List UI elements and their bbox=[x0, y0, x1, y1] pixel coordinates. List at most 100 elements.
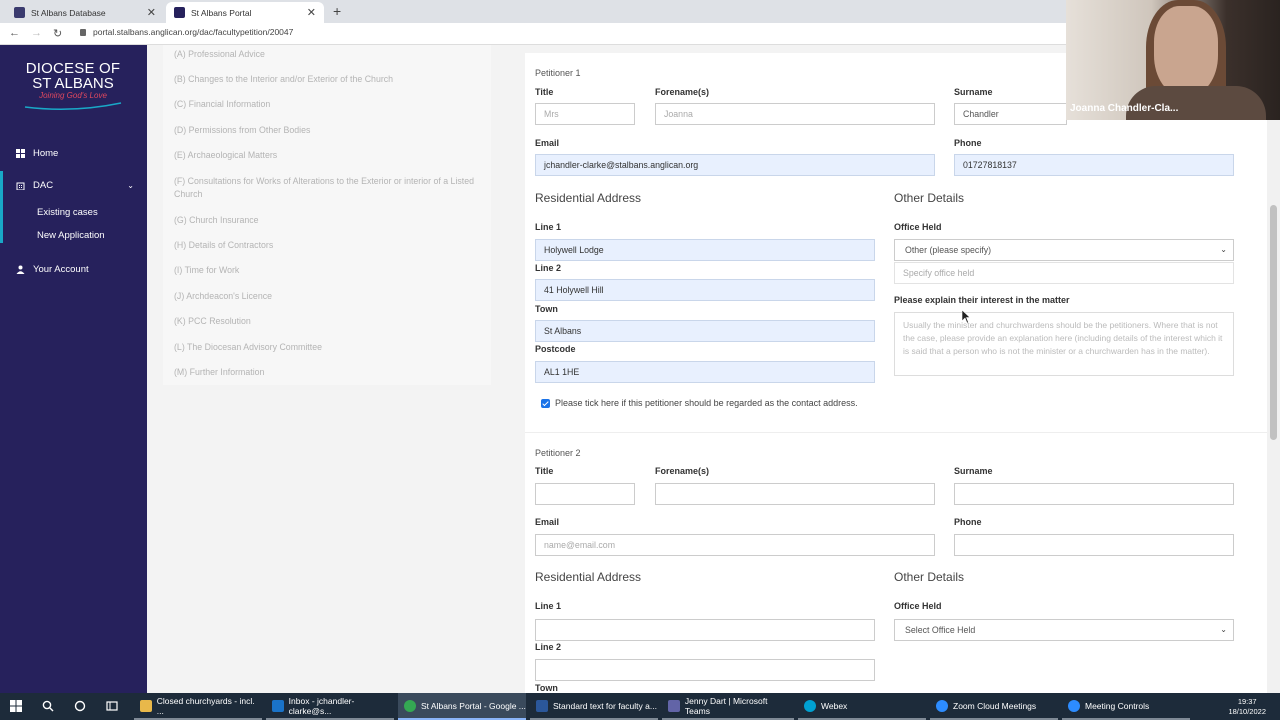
sidebar-item-your-account[interactable]: Your Account bbox=[16, 264, 89, 275]
address-line1-field[interactable] bbox=[535, 619, 875, 641]
email-field[interactable]: jchandler-clarke@stalbans.anglican.org bbox=[535, 154, 935, 176]
search-icon[interactable] bbox=[42, 700, 54, 712]
section-link[interactable]: (C) Financial Information bbox=[174, 98, 484, 111]
taskbar-app-label: Standard text for faculty a... bbox=[553, 700, 657, 711]
title-label: Title bbox=[535, 87, 554, 97]
sidebar: DIOCESE OF ST ALBANS Joining God's Love … bbox=[0, 45, 147, 693]
title-field[interactable]: Mrs bbox=[535, 103, 635, 125]
surname-field[interactable]: Chandler bbox=[954, 103, 1067, 125]
taskbar-app-label: Closed churchyards - incl. ... bbox=[156, 695, 255, 716]
petitioner-divider bbox=[525, 432, 1267, 433]
taskbar-app-label: St Albans Portal - Google ... bbox=[421, 700, 526, 711]
diocese-logo[interactable]: DIOCESE OF ST ALBANS Joining God's Love bbox=[18, 61, 128, 111]
other-details-heading: Other Details bbox=[894, 570, 965, 584]
taskbar-app-zoom[interactable]: Zoom Cloud Meetings bbox=[930, 693, 1058, 720]
section-link[interactable]: (F) Consultations for Works of Alteratio… bbox=[174, 175, 484, 201]
section-link[interactable]: (H) Details of Contractors bbox=[174, 239, 484, 252]
browser-tab-bar: St Albans Database ✕ St Albans Portal ✕ … bbox=[0, 0, 1066, 23]
phone-field[interactable]: 01727818137 bbox=[954, 154, 1234, 176]
section-link[interactable]: (M) Further Information bbox=[174, 366, 484, 379]
section-link[interactable]: (J) Archdeacon's Licence bbox=[174, 290, 484, 303]
sidebar-item-dac[interactable]: DAC ⌄ bbox=[16, 180, 134, 191]
forward-arrow-icon[interactable]: → bbox=[31, 27, 42, 39]
sidebar-item-label: DAC bbox=[33, 180, 54, 191]
taskbar-app-outlook[interactable]: Inbox - jchandler-clarke@s... bbox=[266, 693, 394, 720]
taskbar-app-closed-churchyards[interactable]: Closed churchyards - incl. ... bbox=[134, 693, 262, 720]
address-line2-field[interactable] bbox=[535, 659, 875, 681]
contact-address-label: Please tick here if this petitioner shou… bbox=[555, 398, 858, 408]
section-link[interactable]: (D) Permissions from Other Bodies bbox=[174, 124, 484, 137]
section-link[interactable]: (G) Church Insurance bbox=[174, 214, 484, 227]
town-field[interactable]: St Albans bbox=[535, 320, 875, 342]
tab-label: St Albans Database bbox=[31, 7, 106, 18]
active-section-indicator bbox=[0, 171, 3, 243]
sidebar-item-home[interactable]: Home bbox=[16, 148, 58, 159]
petitioner-2-heading: Petitioner 2 bbox=[535, 448, 581, 458]
close-icon[interactable]: ✕ bbox=[147, 6, 156, 19]
reload-icon[interactable]: ↻ bbox=[53, 27, 62, 40]
email-field[interactable]: name@email.com bbox=[535, 534, 935, 556]
tab-st-albans-database[interactable]: St Albans Database ✕ bbox=[6, 2, 164, 23]
section-link[interactable]: (L) The Diocesan Advisory Committee bbox=[174, 341, 484, 354]
line1-label: Line 1 bbox=[535, 601, 562, 611]
logo-line1: DIOCESE OF bbox=[25, 60, 121, 77]
new-tab-icon[interactable]: + bbox=[333, 3, 341, 19]
task-view-icon[interactable] bbox=[106, 700, 118, 712]
office-held-value: Select Office Held bbox=[905, 625, 976, 635]
url-field[interactable]: portal.stalbans.anglican.org/dac/faculty… bbox=[80, 27, 293, 37]
town-label: Town bbox=[535, 683, 558, 693]
sidebar-item-label: Home bbox=[33, 148, 59, 159]
section-link[interactable]: (K) PCC Resolution bbox=[174, 315, 484, 328]
windows-start-icon[interactable] bbox=[10, 700, 22, 712]
sidebar-item-new-application[interactable]: New Application bbox=[37, 230, 105, 241]
contact-address-checkbox-row[interactable]: Please tick here if this petitioner shou… bbox=[541, 398, 858, 408]
cortana-icon[interactable] bbox=[74, 700, 86, 712]
close-icon[interactable]: ✕ bbox=[307, 6, 316, 19]
sidebar-item-existing-cases[interactable]: Existing cases bbox=[37, 207, 98, 218]
forename-field[interactable] bbox=[655, 483, 935, 505]
surname-label: Surname bbox=[954, 466, 993, 476]
title-field[interactable] bbox=[535, 483, 635, 505]
phone-label: Phone bbox=[954, 138, 982, 148]
chevron-down-icon: ⌄ bbox=[1220, 625, 1227, 634]
taskbar-app-webex[interactable]: Webex bbox=[798, 693, 926, 720]
specify-office-field[interactable]: Specify office held bbox=[894, 262, 1234, 284]
back-arrow-icon[interactable]: ← bbox=[9, 27, 20, 39]
chrome-icon bbox=[404, 699, 416, 712]
outlook-icon bbox=[272, 699, 284, 712]
system-clock[interactable]: 19:37 18/10/2022 bbox=[1228, 697, 1266, 717]
tab-st-albans-portal[interactable]: St Albans Portal ✕ bbox=[166, 2, 324, 23]
office-held-select[interactable]: Select Office Held ⌄ bbox=[894, 619, 1234, 641]
section-link[interactable]: (I) Time for Work bbox=[174, 264, 484, 277]
interest-label: Please explain their interest in the mat… bbox=[894, 295, 1070, 305]
contact-address-checkbox[interactable] bbox=[541, 398, 550, 408]
office-held-label: Office Held bbox=[894, 601, 942, 611]
user-icon bbox=[16, 265, 25, 274]
phone-field[interactable] bbox=[954, 534, 1234, 556]
taskbar-app-label: Inbox - jchandler-clarke@s... bbox=[288, 695, 355, 716]
building-icon bbox=[16, 182, 25, 190]
section-link[interactable]: (E) Archaeological Matters bbox=[174, 149, 484, 162]
address-line2-field[interactable]: 41 Holywell Hill bbox=[535, 279, 875, 301]
postcode-label: Postcode bbox=[535, 344, 576, 354]
section-link[interactable]: (A) Professional Advice bbox=[174, 48, 484, 61]
interest-textarea[interactable]: Usually the minister and churchwardens s… bbox=[894, 312, 1234, 376]
postcode-field[interactable]: AL1 1HE bbox=[535, 361, 875, 383]
word-icon bbox=[536, 699, 548, 712]
scrollbar-thumb[interactable] bbox=[1270, 205, 1277, 440]
line2-label: Line 2 bbox=[535, 642, 562, 652]
folder-icon bbox=[140, 699, 152, 712]
taskbar-app-chrome[interactable]: St Albans Portal - Google ... bbox=[398, 693, 526, 720]
taskbar-app-teams[interactable]: Jenny Dart | Microsoft Teams bbox=[662, 693, 794, 720]
taskbar-app-word[interactable]: Standard text for faculty a... bbox=[530, 693, 658, 720]
taskbar-app-label: Zoom Cloud Meetings bbox=[953, 700, 1037, 711]
address-line1-field[interactable]: Holywell Lodge bbox=[535, 239, 875, 261]
taskbar-app-meeting-controls[interactable]: Meeting Controls bbox=[1062, 693, 1190, 720]
chevron-down-icon: ⌄ bbox=[1220, 245, 1227, 254]
office-held-select[interactable]: Other (please specify) ⌄ bbox=[894, 239, 1234, 261]
email-label: Email bbox=[535, 138, 560, 148]
surname-field[interactable] bbox=[954, 483, 1234, 505]
mouse-cursor-icon bbox=[962, 310, 971, 324]
section-link[interactable]: (B) Changes to the Interior and/or Exter… bbox=[174, 73, 484, 86]
forename-field[interactable]: Joanna bbox=[655, 103, 935, 125]
